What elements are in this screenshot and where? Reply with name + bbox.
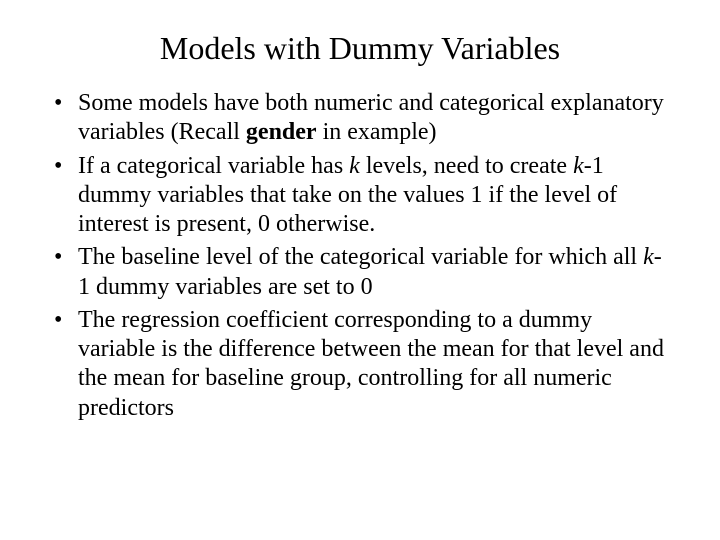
text-run: If a categorical variable has: [78, 153, 349, 179]
text-run: The baseline level of the categorical va…: [78, 244, 643, 270]
text-run: in example): [317, 119, 437, 145]
list-item: The regression coefficient corresponding…: [48, 306, 668, 423]
list-item: Some models have both numeric and catego…: [48, 89, 668, 148]
list-item: The baseline level of the categorical va…: [48, 243, 668, 302]
text-run-bold: gender: [246, 119, 317, 145]
text-run: levels, need to create: [360, 153, 573, 179]
list-item: If a categorical variable has k levels, …: [48, 152, 668, 240]
text-run-italic: k: [643, 244, 654, 270]
slide: Models with Dummy Variables Some models …: [0, 0, 720, 540]
page-title: Models with Dummy Variables: [44, 30, 676, 67]
text-run-italic: k: [349, 153, 360, 179]
text-run-italic: k: [573, 153, 584, 179]
text-run: The regression coefficient corresponding…: [78, 307, 664, 421]
bullet-list: Some models have both numeric and catego…: [44, 89, 676, 423]
